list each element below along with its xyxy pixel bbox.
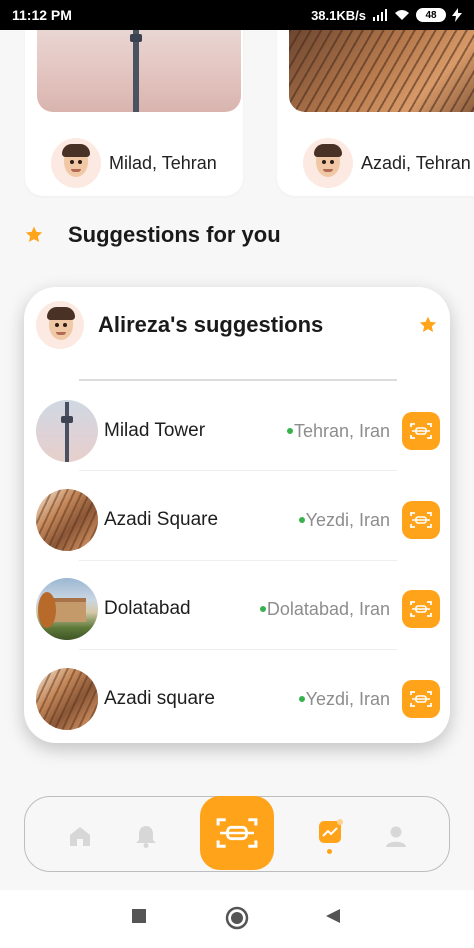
feed-card[interactable]: Azadi, Tehran [277, 30, 474, 196]
place-thumbnail [36, 489, 98, 551]
avatar[interactable] [36, 301, 84, 349]
status-indicators: 38.1KB/s 48 [311, 8, 462, 23]
place-location: Dolatabad, Iran [259, 599, 390, 620]
scan-icon [410, 423, 432, 439]
place-location: Yezdi, Iran [298, 510, 390, 531]
home-icon[interactable] [67, 823, 93, 849]
feed-card-image [289, 30, 474, 112]
charging-icon [452, 8, 462, 22]
battery-indicator: 48 [416, 8, 446, 22]
place-name: Azadi square [104, 688, 215, 709]
scan-icon [410, 691, 432, 707]
scan-button[interactable] [402, 680, 440, 718]
suggestions-section-header: Suggestions for you [24, 222, 281, 248]
system-nav-bar [0, 890, 474, 948]
list-item[interactable]: Milad Tower Tehran, Iran [36, 400, 440, 462]
suggestions-card-header: Alireza's suggestions [36, 301, 323, 349]
place-name: Dolatabad [104, 598, 191, 619]
scan-button[interactable] [402, 501, 440, 539]
star-icon [25, 226, 43, 242]
location-dot-icon [286, 428, 293, 434]
bottom-nav [24, 796, 450, 872]
wifi-icon [395, 10, 409, 20]
signal-icon [373, 9, 387, 21]
place-location: Yezdi, Iran [298, 689, 390, 710]
divider [79, 379, 397, 381]
scan-button[interactable] [402, 590, 440, 628]
place-thumbnail [36, 578, 98, 640]
feed-card-user: Milad, Tehran [51, 138, 217, 188]
place-thumbnail [36, 400, 98, 462]
status-bar: 11:12 PM 38.1KB/s 48 [0, 0, 474, 30]
recents-icon[interactable] [131, 908, 147, 924]
trending-icon[interactable] [317, 819, 343, 845]
star-icon[interactable] [418, 315, 438, 335]
status-time: 11:12 PM [12, 7, 72, 23]
suggestions-card: Alireza's suggestions Milad Tower Tehran… [24, 287, 450, 743]
list-item[interactable]: Dolatabad Dolatabad, Iran [36, 578, 440, 640]
divider [79, 649, 397, 650]
section-title: Suggestions for you [68, 222, 281, 247]
suggestions-title: Alireza's suggestions [98, 312, 324, 337]
divider [79, 560, 397, 561]
avatar [303, 138, 353, 188]
list-item[interactable]: Azadi square Yezdi, Iran [36, 668, 440, 730]
place-name: Milad Tower [104, 420, 206, 441]
feed-card-user-label: Milad, Tehran [109, 152, 217, 173]
feed-card-user: Azadi, Tehran [303, 138, 471, 188]
avatar [51, 138, 101, 188]
list-item[interactable]: Azadi Square Yezdi, Iran [36, 489, 440, 551]
back-icon[interactable] [325, 908, 341, 924]
location-dot-icon [298, 696, 305, 702]
home-button-icon[interactable] [225, 906, 249, 930]
divider [79, 470, 397, 471]
feed-card-image [37, 30, 241, 112]
feed-card[interactable]: Milad, Tehran [25, 30, 243, 196]
network-speed: 38.1KB/s [311, 7, 366, 23]
active-indicator [327, 849, 332, 854]
place-name: Azadi Square [104, 509, 219, 530]
location-dot-icon [298, 517, 305, 523]
profile-icon[interactable] [383, 823, 409, 849]
scan-button[interactable] [402, 412, 440, 450]
location-dot-icon [259, 606, 266, 612]
bell-icon[interactable] [133, 823, 159, 849]
feed-card-user-label: Azadi, Tehran [361, 152, 471, 173]
scan-icon [216, 818, 258, 848]
place-location: Tehran, Iran [286, 421, 390, 442]
scan-icon [410, 601, 432, 617]
scan-icon [410, 512, 432, 528]
place-thumbnail [36, 668, 98, 730]
scan-button[interactable] [200, 796, 274, 870]
